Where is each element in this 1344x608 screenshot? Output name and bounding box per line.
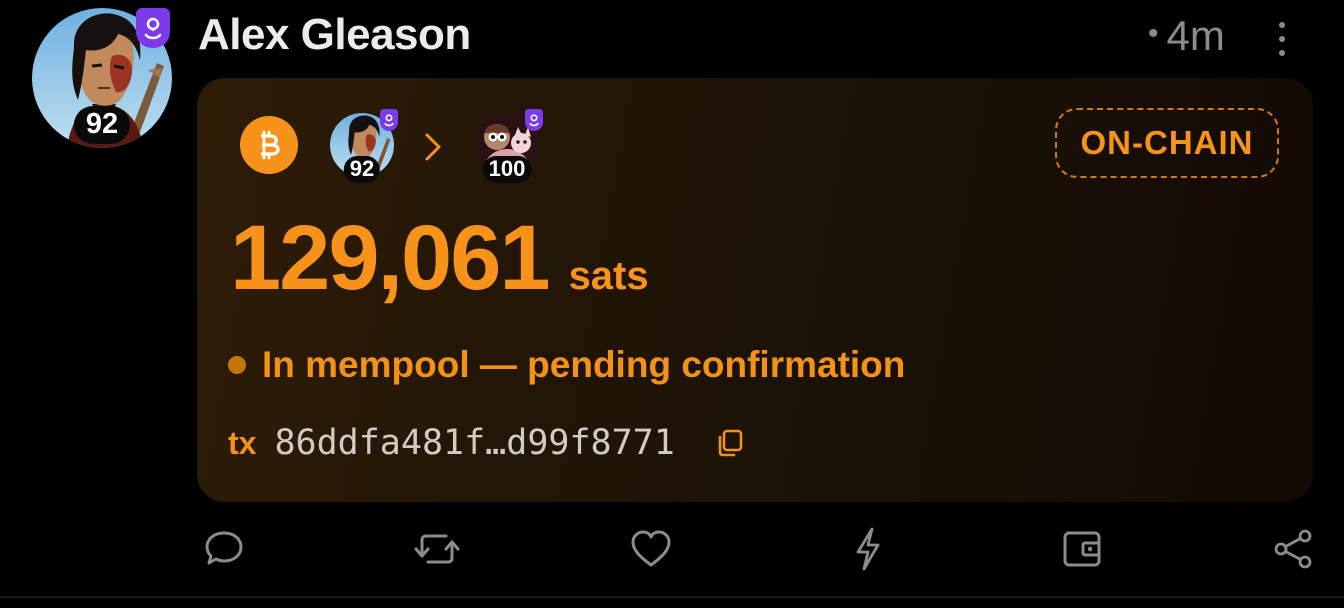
repost-icon[interactable] bbox=[414, 526, 460, 572]
tx-id-row: tx 86ddfa481f…d99f8771 bbox=[228, 423, 745, 463]
tx-status-text: In mempool — pending confirmation bbox=[262, 344, 906, 385]
tx-hash[interactable]: 86ddfa481f…d99f8771 bbox=[274, 423, 674, 463]
more-dot bbox=[1279, 36, 1285, 42]
timestamp-value: 4m bbox=[1166, 12, 1225, 59]
onchain-badge: ON-CHAIN bbox=[1055, 108, 1279, 178]
timestamp-separator: • bbox=[1148, 17, 1159, 50]
copy-icon[interactable] bbox=[715, 428, 745, 458]
bitcoin-icon bbox=[240, 116, 298, 174]
shield-badge-icon bbox=[136, 8, 170, 48]
amount-value: 129,061 bbox=[230, 207, 551, 309]
zap-amount: 129,061 sats bbox=[230, 206, 649, 311]
more-dot bbox=[1279, 50, 1285, 56]
sender-avatar[interactable]: 92 bbox=[330, 109, 398, 183]
author-name[interactable]: Alex Gleason bbox=[198, 10, 471, 60]
chevron-right-icon bbox=[424, 132, 442, 162]
post-divider bbox=[0, 596, 1344, 598]
share-icon[interactable] bbox=[1270, 526, 1316, 572]
onchain-zap-card[interactable]: 92 100 ON-CHAIN 129,061 sats In mempool … bbox=[197, 78, 1313, 502]
more-dot bbox=[1279, 22, 1285, 28]
tx-status: In mempool — pending confirmation bbox=[228, 344, 905, 386]
post-timestamp[interactable]: • 4m bbox=[1148, 12, 1225, 60]
more-vertical-icon[interactable] bbox=[1272, 22, 1292, 56]
zap-post: 92 Alex Gleason • 4m 92 100 ON-CHAIN 129… bbox=[0, 0, 1344, 608]
tx-label: tx bbox=[228, 424, 257, 461]
recipient-score-badge: 100 bbox=[482, 156, 532, 183]
shield-badge-icon bbox=[525, 109, 543, 131]
lightning-icon[interactable] bbox=[845, 526, 891, 572]
heart-icon[interactable] bbox=[628, 526, 674, 572]
sender-score-badge: 92 bbox=[343, 156, 381, 183]
shield-badge-icon bbox=[380, 109, 398, 131]
comment-icon[interactable] bbox=[201, 526, 247, 572]
amount-unit: sats bbox=[568, 254, 649, 298]
pending-status-dot bbox=[228, 356, 246, 374]
author-avatar[interactable]: 92 bbox=[32, 8, 172, 148]
author-score-badge: 92 bbox=[73, 106, 131, 144]
post-actions-bar bbox=[0, 526, 1344, 574]
recipient-avatar[interactable]: 100 bbox=[475, 109, 543, 183]
wallet-icon[interactable] bbox=[1059, 526, 1105, 572]
